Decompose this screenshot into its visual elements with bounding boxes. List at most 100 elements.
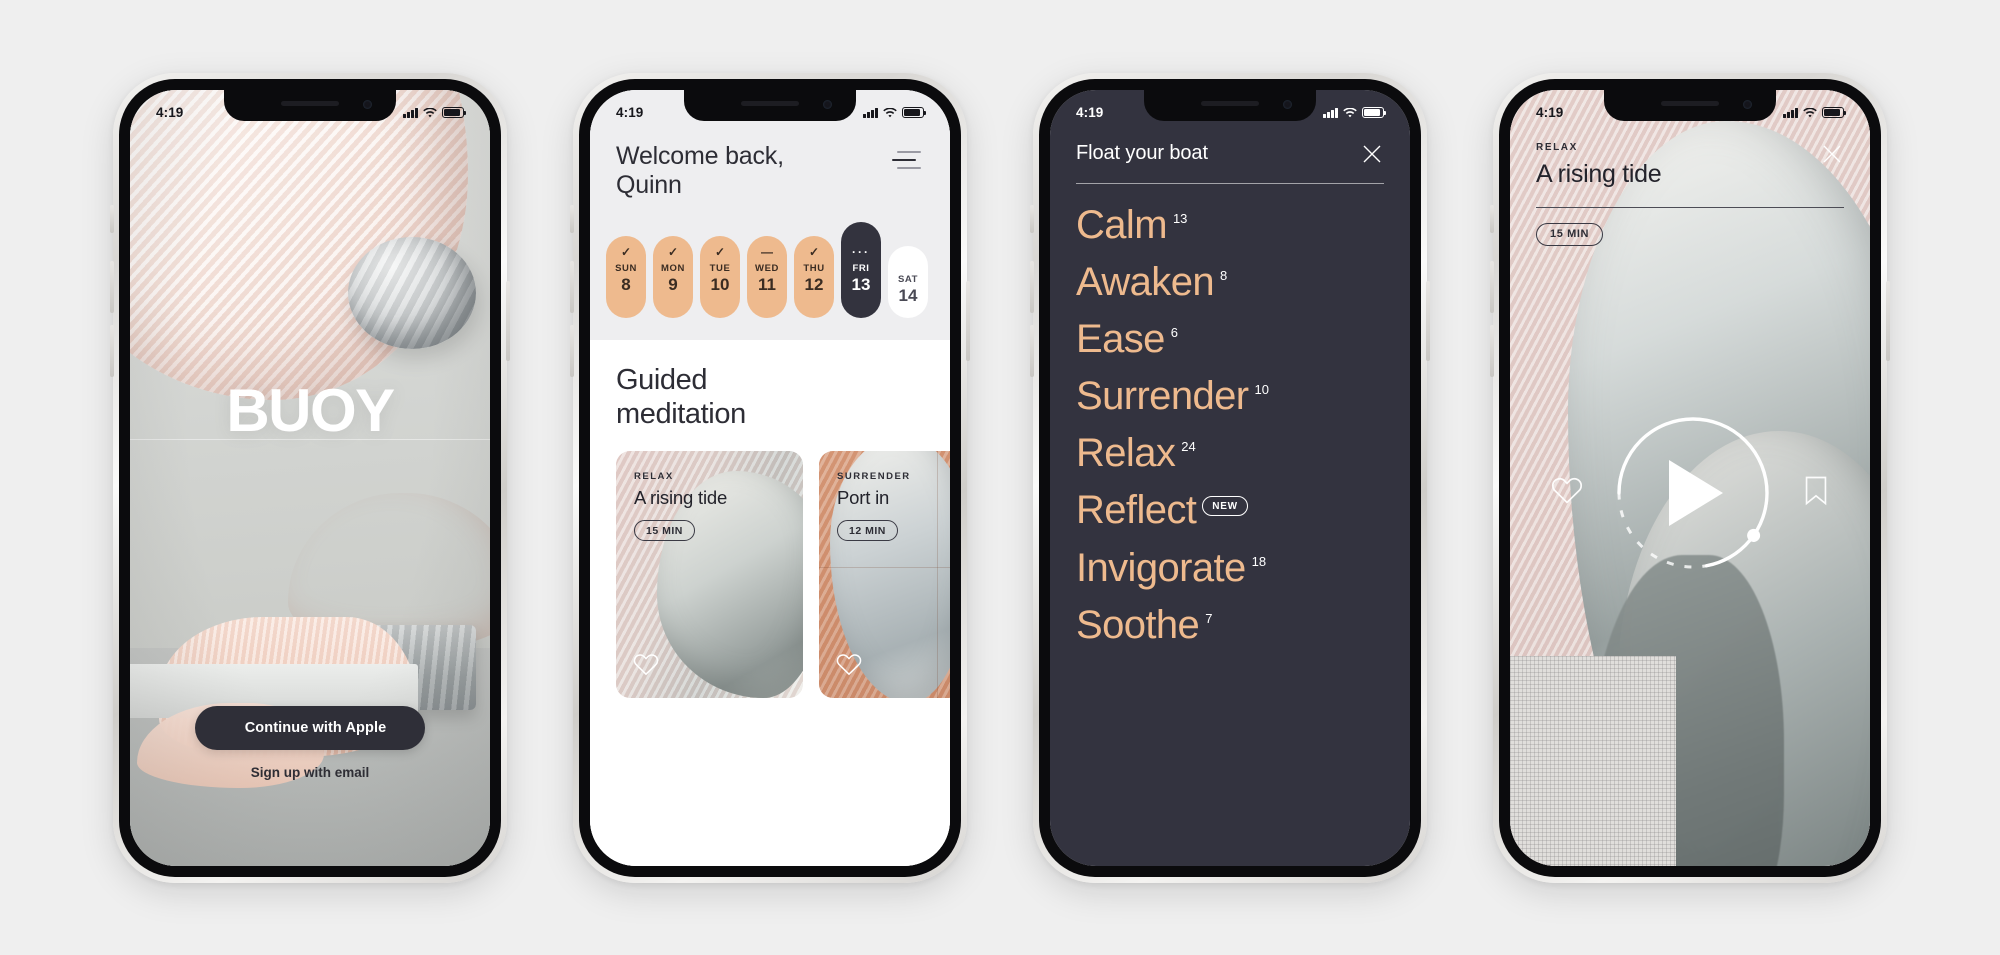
day-chip-sat[interactable]: SAT 14 [888,246,928,318]
day-label: FRI [852,263,870,274]
sign-up-with-email-link[interactable]: Sign up with email [251,765,370,780]
list-item[interactable]: Relax 24 [1076,430,1384,477]
wifi-icon [1343,107,1357,118]
list-item[interactable]: Awaken 8 [1076,259,1384,306]
mute-switch[interactable] [1030,204,1034,233]
category-count: 10 [1254,382,1269,398]
phone-mockup-splash: BUOY Continue with Apple Sign up with em… [110,72,510,883]
category-label: Soothe [1076,602,1200,647]
continue-with-apple-button[interactable]: Continue with Apple [195,705,425,750]
cellular-signal-icon [403,107,418,118]
playback-progress-ring[interactable] [1611,411,1775,575]
card-duration-badge: 15 MIN [634,520,695,542]
phone-bezel: RELAX A rising tide 15 MIN 4:19 [1499,78,1881,877]
greeting-line-1: Welcome back, [616,141,784,170]
mute-switch[interactable] [110,204,114,233]
day-chip-fri-selected[interactable]: ··· FRI 13 [841,222,881,318]
device-notch [684,89,856,121]
power-button[interactable] [506,280,510,361]
screenshot-canvas: BUOY Continue with Apple Sign up with em… [0,0,2000,955]
mute-switch[interactable] [1490,204,1494,233]
greeting-line-2: Quinn [616,170,682,199]
day-number: 13 [851,275,871,294]
category-label: Calm [1076,202,1168,247]
close-x-icon[interactable] [1360,142,1384,166]
week-streak-strip: ✓ SUN 8 ✓ MON 9 ✓ TUE 10 — WED 11 ✓ THU … [606,222,950,340]
list-item[interactable]: Calm 13 [1076,202,1384,249]
category-count: 18 [1251,553,1267,569]
phone-bezel: BUOY Continue with Apple Sign up with em… [119,78,501,877]
app-logo: BUOY [226,376,395,444]
day-status-mark: ✓ [808,245,820,259]
volume-up-button[interactable] [1490,260,1494,313]
category-label: Surrender [1076,374,1249,419]
meditation-card[interactable]: SURRENDER Port in 12 MIN [819,451,950,699]
phone-mockup-player: RELAX A rising tide 15 MIN 4:19 [1490,72,1890,883]
heart-outline-icon[interactable] [1551,476,1583,510]
day-number: 11 [758,275,776,294]
card-duration-badge: 12 MIN [837,520,898,542]
day-status-mark: ··· [852,245,870,259]
day-chip-tue[interactable]: ✓ TUE 10 [700,236,740,318]
category-label: Invigorate [1076,545,1246,590]
heart-outline-icon[interactable] [836,653,862,681]
signup-actions: Continue with Apple Sign up with email [130,705,490,780]
card-title: A rising tide [634,487,728,509]
category-list: Calm 13 Awaken 8 Ease 6 Surrender 10 Rel… [1050,184,1410,650]
bookmark-outline-icon[interactable] [1803,475,1829,511]
play-triangle-icon[interactable] [1669,460,1724,527]
section-title-line-2: meditation [616,397,746,430]
wifi-icon [1803,107,1817,118]
wifi-icon [883,107,897,118]
day-status-mark: ✓ [667,245,679,259]
day-status-mark: ✓ [714,245,726,259]
volume-down-button[interactable] [570,324,574,377]
list-item[interactable]: Soothe 7 [1076,602,1384,649]
list-item[interactable]: Ease 6 [1076,316,1384,363]
category-label: Awaken [1076,259,1215,304]
device-notch [1604,89,1776,121]
volume-down-button[interactable] [1490,324,1494,377]
day-chip-thu[interactable]: ✓ THU 12 [794,236,834,318]
player-category: RELAX [1536,141,1578,153]
categories-root: Float your boat Calm 13 Awaken 8 Ease 6 … [1050,89,1410,866]
volume-up-button[interactable] [570,260,574,313]
cellular-signal-icon [1323,107,1338,118]
list-item[interactable]: Surrender 10 [1076,373,1384,420]
day-chip-sun[interactable]: ✓ SUN 8 [606,236,646,318]
volume-down-button[interactable] [1030,324,1034,377]
player-controls [1510,411,1870,575]
screen-home: Welcome back, Quinn ✓ SUN 8 ✓ MON 9 ✓ TU… [590,89,950,866]
screen-player: RELAX A rising tide 15 MIN 4:19 [1510,89,1870,866]
volume-up-button[interactable] [1030,260,1034,313]
day-status-mark: — [761,245,773,259]
day-number: 8 [621,275,631,294]
cellular-signal-icon [1783,107,1798,118]
volume-up-button[interactable] [110,260,114,313]
wifi-icon [423,107,437,118]
category-count: 7 [1205,610,1213,626]
battery-icon [442,107,467,118]
power-button[interactable] [966,280,970,361]
power-button[interactable] [1426,280,1430,361]
screen-categories: Float your boat Calm 13 Awaken 8 Ease 6 … [1050,89,1410,866]
close-x-icon[interactable] [1820,142,1844,166]
day-chip-wed[interactable]: — WED 11 [747,236,787,318]
volume-down-button[interactable] [110,324,114,377]
status-time: 4:19 [1536,105,1564,120]
list-item[interactable]: Reflect NEW [1076,487,1384,534]
power-button[interactable] [1886,280,1890,361]
device-notch [224,89,396,121]
hamburger-menu-icon[interactable] [892,149,924,171]
heart-outline-icon[interactable] [633,653,659,681]
day-chip-mon[interactable]: ✓ MON 9 [653,236,693,318]
meditation-card[interactable]: RELAX A rising tide 15 MIN [616,451,803,699]
player-root: RELAX A rising tide 15 MIN [1510,89,1870,866]
day-label: SUN [615,263,637,274]
screen-splash: BUOY Continue with Apple Sign up with em… [130,89,490,866]
meditation-card-carousel[interactable]: RELAX A rising tide 15 MIN SURRENDER Por… [616,451,950,699]
mute-switch[interactable] [570,204,574,233]
list-item[interactable]: Invigorate 18 [1076,545,1384,592]
device-notch [1144,89,1316,121]
day-label: SAT [897,274,919,285]
